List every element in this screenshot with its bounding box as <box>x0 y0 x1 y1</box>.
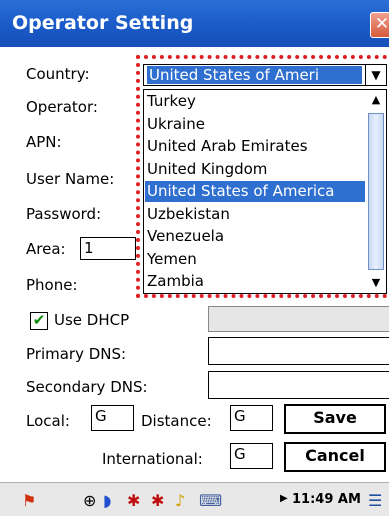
operator-label: Operator: <box>26 98 98 116</box>
keyboard-toggle-icon[interactable]: ☰ <box>368 491 382 510</box>
close-icon: ✕ <box>374 14 389 34</box>
user-name-label: User Name: <box>26 170 115 188</box>
focus-highlight <box>136 55 389 298</box>
network-icon[interactable]: ⊕ <box>83 491 96 510</box>
distance-input[interactable]: G <box>230 405 273 431</box>
local-label: Local: <box>26 412 70 430</box>
dhcp-status-field <box>208 306 389 332</box>
speaker-icon[interactable]: ♪ <box>175 491 185 510</box>
close-button[interactable]: ✕ <box>370 12 389 38</box>
area-label: Area: <box>26 240 66 258</box>
local-input-value: G <box>95 407 107 425</box>
secondary-dns-label: Secondary DNS: <box>26 378 148 396</box>
international-label: International: <box>102 450 203 468</box>
windows-flag-icon[interactable]: ⚑ <box>22 491 36 510</box>
checkmark-icon: ✔ <box>32 311 46 329</box>
distance-label: Distance: <box>141 412 212 430</box>
area-input-value: 1 <box>84 239 94 257</box>
primary-dns-label: Primary DNS: <box>26 345 127 363</box>
phone-label: Phone: <box>26 276 78 294</box>
bluetooth-icon[interactable]: ◗ <box>103 491 111 510</box>
cancel-button[interactable]: Cancel <box>284 442 386 472</box>
password-label: Password: <box>26 205 102 223</box>
country-label: Country: <box>26 65 90 83</box>
area-input[interactable]: 1 <box>80 237 136 260</box>
use-dhcp-label: Use DHCP <box>54 311 130 329</box>
use-dhcp-checkbox[interactable]: ✔ <box>30 312 48 330</box>
expand-icon[interactable]: ▶ <box>280 493 288 504</box>
primary-dns-input[interactable] <box>208 337 389 365</box>
distance-input-value: G <box>234 407 246 425</box>
window-title: Operator Setting <box>12 12 194 34</box>
antenna-icon[interactable]: ✱ <box>127 491 140 510</box>
local-input[interactable]: G <box>91 405 134 431</box>
keyboard-icon[interactable]: ⌨ <box>199 491 222 510</box>
apn-label: APN: <box>26 133 62 151</box>
international-input-value: G <box>234 445 246 463</box>
international-input[interactable]: G <box>230 443 273 469</box>
antenna-icon[interactable]: ✱ <box>151 491 164 510</box>
clock[interactable]: 11:49 AM <box>292 492 361 507</box>
secondary-dns-input[interactable] <box>208 371 389 399</box>
title-bar: Operator Setting ✕ <box>0 0 389 47</box>
save-button[interactable]: Save <box>284 404 386 434</box>
taskbar: ⚑ ⊕ ◗ ✱ ✱ ♪ ⌨ ▶ 11:49 AM ☰ <box>0 482 389 516</box>
